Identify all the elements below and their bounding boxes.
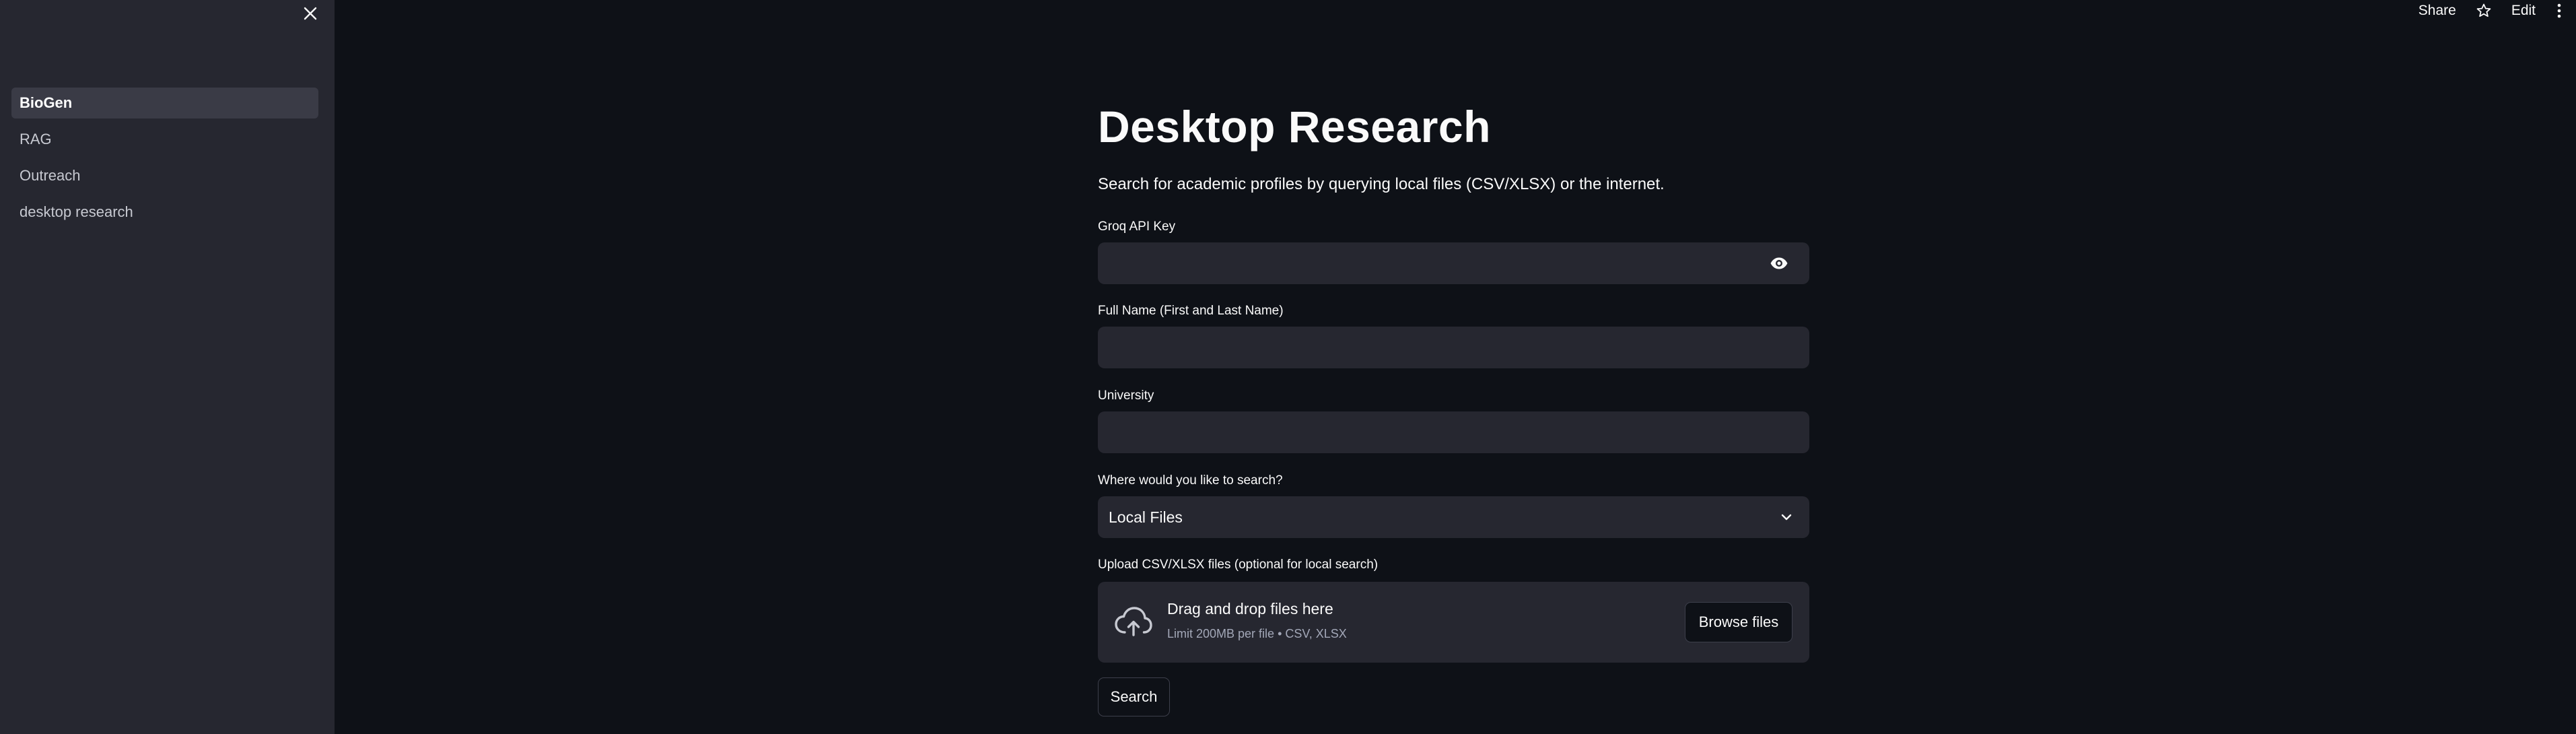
page-subtitle: Search for academic profiles by querying… (1098, 175, 1665, 193)
api-key-field[interactable] (1098, 242, 1809, 284)
chevron-down-icon (1781, 514, 1792, 521)
sidebar-item-biogen[interactable]: BioGen (11, 88, 318, 119)
file-dropzone[interactable]: Drag and drop files here Limit 200MB per… (1098, 582, 1809, 663)
sidebar-nav: BioGen RAG Outreach desktop research (11, 88, 318, 233)
sidebar-item-desktop-research[interactable]: desktop research (11, 197, 318, 228)
sidebar-item-label: BioGen (20, 94, 73, 111)
sidebar-item-rag[interactable]: RAG (11, 124, 318, 155)
search-location-label: Where would you like to search? (1098, 473, 1283, 488)
search-button[interactable]: Search (1098, 677, 1170, 716)
university-field[interactable] (1098, 411, 1809, 453)
dropzone-title: Drag and drop files here (1167, 600, 1333, 618)
upload-label: Upload CSV/XLSX files (optional for loca… (1098, 558, 1379, 572)
star-icon[interactable] (2475, 2, 2493, 20)
api-key-label: Groq API Key (1098, 220, 1176, 234)
eye-icon[interactable] (1769, 254, 1789, 273)
sidebar-item-label: desktop research (20, 203, 133, 220)
dropzone-subtitle: Limit 200MB per file • CSV, XLSX (1167, 627, 1347, 640)
search-location-value: Local Files (1109, 508, 1183, 526)
browse-files-button[interactable]: Browse files (1685, 602, 1792, 642)
sidebar: BioGen RAG Outreach desktop research (0, 0, 335, 734)
header-toolbar: Share Edit (2418, 0, 2564, 22)
full-name-field[interactable] (1098, 327, 1809, 368)
full-name-field-wrapper (1098, 327, 1809, 368)
cloud-upload-icon (1115, 607, 1152, 636)
share-button[interactable]: Share (2418, 3, 2456, 19)
kebab-menu-icon[interactable] (2554, 2, 2564, 20)
sidebar-item-label: Outreach (20, 167, 81, 184)
university-field-wrapper (1098, 411, 1809, 453)
close-icon[interactable] (298, 1, 322, 26)
sidebar-item-label: RAG (20, 131, 52, 147)
edit-button[interactable]: Edit (2511, 3, 2536, 19)
sidebar-item-outreach[interactable]: Outreach (11, 160, 318, 191)
full-name-label: Full Name (First and Last Name) (1098, 304, 1284, 318)
search-location-select[interactable]: Local Files (1098, 496, 1809, 538)
university-label: University (1098, 389, 1154, 403)
page-title: Desktop Research (1098, 102, 1491, 152)
api-key-field-wrapper (1098, 242, 1809, 284)
